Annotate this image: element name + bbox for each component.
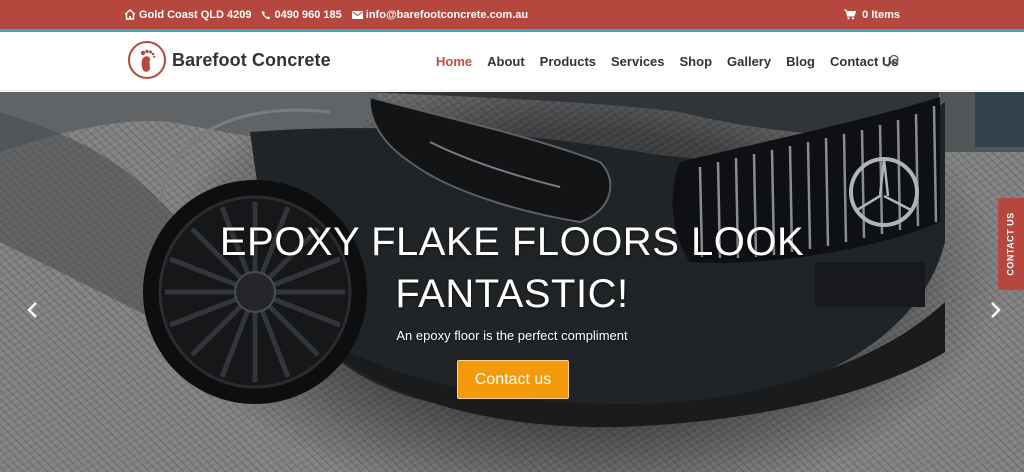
main-header: Barefoot Concrete Home About Products Se… (0, 32, 1024, 91)
contact-us-button[interactable]: Contact us (457, 360, 569, 399)
nav-gallery[interactable]: Gallery (727, 54, 771, 69)
hero-slider: EPOXY FLAKE FLOORS LOOK FANTASTIC! An ep… (0, 92, 1024, 472)
chevron-left-icon[interactable] (22, 298, 42, 322)
footprint-icon (128, 41, 166, 79)
cart-count: 0 Items (862, 8, 900, 21)
cart-icon (844, 9, 857, 20)
contact-info: Gold Coast QLD 4209 0490 960 185 info@ba… (124, 0, 528, 29)
hero-title-line-1: EPOXY FLAKE FLOORS LOOK (219, 220, 805, 264)
search-icon[interactable] (886, 54, 902, 70)
phone-item[interactable]: 0490 960 185 (261, 8, 342, 21)
location-item: Gold Coast QLD 4209 (124, 9, 251, 21)
phone-text: 0490 960 185 (274, 8, 342, 21)
main-nav: Home About Products Services Shop Galler… (436, 32, 914, 91)
nav-shop[interactable]: Shop (680, 54, 713, 69)
logo[interactable]: Barefoot Concrete (128, 41, 331, 79)
hero-title-line-2: FANTASTIC! (395, 272, 629, 316)
logo-text: Barefoot Concrete (172, 49, 331, 70)
hero-subtitle: An epoxy floor is the perfect compliment (396, 328, 628, 343)
contact-us-side-tab[interactable]: CONTACT US (998, 198, 1024, 290)
email-text: info@barefootconcrete.com.au (365, 8, 529, 21)
chevron-right-icon[interactable] (986, 298, 1006, 322)
email-item[interactable]: info@barefootconcrete.com.au (351, 8, 529, 21)
envelope-icon (351, 10, 363, 19)
top-bar: Gold Coast QLD 4209 0490 960 185 info@ba… (0, 0, 1024, 32)
phone-icon (261, 10, 271, 20)
side-tab-label: CONTACT US (1006, 212, 1016, 276)
home-icon (124, 9, 136, 20)
hero-title: EPOXY FLAKE FLOORS LOOK FANTASTIC! (162, 216, 862, 320)
nav-services[interactable]: Services (611, 54, 665, 69)
nav-blog[interactable]: Blog (786, 54, 815, 69)
nav-home[interactable]: Home (436, 54, 472, 69)
cart-link[interactable]: 0 Items (844, 0, 900, 29)
nav-about[interactable]: About (487, 54, 525, 69)
nav-products[interactable]: Products (540, 54, 596, 69)
location-text: Gold Coast QLD 4209 (139, 8, 252, 21)
